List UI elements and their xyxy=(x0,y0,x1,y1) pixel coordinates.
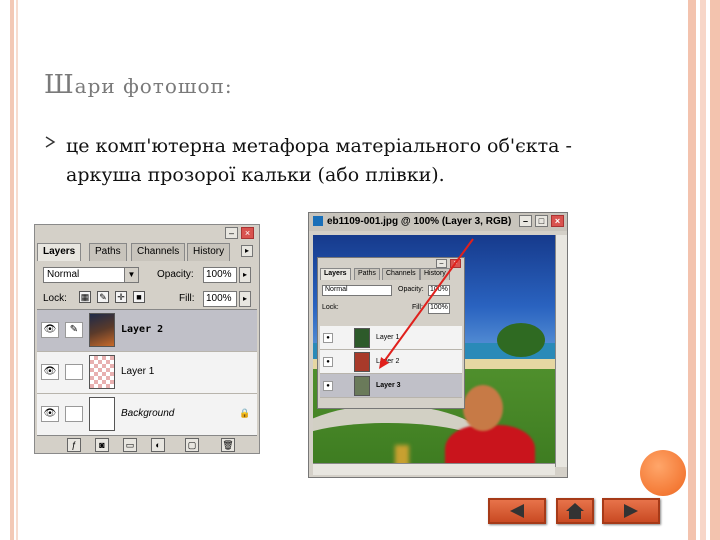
lock-all-icon: ■ xyxy=(133,291,145,303)
left-border-band xyxy=(10,0,14,540)
fill-field: 100% xyxy=(203,291,237,307)
layer-row: 👁 ✎ Layer 2 xyxy=(37,310,257,352)
layer-name: Layer 2 xyxy=(121,324,164,335)
layer-row: 👁 Background 🔒 xyxy=(37,394,257,436)
right-border-band xyxy=(688,0,696,540)
slide-title: Шари фотошоп: xyxy=(44,70,644,100)
horizontal-scrollbar xyxy=(313,463,555,475)
panel-bottom-toolbar: ƒ ◙ ▭ ◐ ▢ 🗑 xyxy=(37,435,257,453)
fill-label: Fill: xyxy=(179,293,195,304)
left-border-band-thin xyxy=(16,0,18,540)
right-border-band xyxy=(700,0,706,540)
vertical-scrollbar xyxy=(555,235,567,467)
fill-arrow-icon: ▸ xyxy=(239,291,251,307)
eye-icon: 👁 xyxy=(41,322,59,338)
layer-thumbnail xyxy=(89,313,115,347)
layer-name: Background xyxy=(121,408,175,419)
mask-icon: ◙ xyxy=(95,438,109,452)
blend-row: Normal ▼ Opacity: 100% ▸ xyxy=(39,265,255,285)
panel-titlebar: – × xyxy=(35,225,259,241)
close-icon: × xyxy=(241,227,254,239)
lock-transparency-icon: ▦ xyxy=(79,291,91,303)
layer-thumbnail xyxy=(89,355,115,389)
layer-name: Layer 1 xyxy=(121,366,155,377)
maximize-icon: □ xyxy=(535,215,548,227)
lock-icons: ▦ ✎ ✛ ■ xyxy=(79,291,151,303)
layers-list: 👁 ✎ Layer 2 👁 Layer 1 👁 Background 🔒 xyxy=(37,309,257,436)
lock-move-icon: ✛ xyxy=(115,291,127,303)
panel-menu-icon: ▸ xyxy=(241,245,253,257)
arrow-right-icon xyxy=(624,504,638,518)
adjustment-icon: ◐ xyxy=(151,438,165,452)
brush-icon: ✎ xyxy=(65,322,83,338)
home-button[interactable] xyxy=(556,498,594,524)
decorative-circle xyxy=(640,450,686,496)
next-slide-button[interactable] xyxy=(602,498,660,524)
bullet-diamond-icon xyxy=(45,136,56,148)
photoshop-doc-icon xyxy=(313,216,323,226)
bullet-text: це комп'ютерна метафора матеріального об… xyxy=(66,135,572,186)
document-title: eb1109-001.jpg @ 100% (Layer 3, RGB) xyxy=(327,216,512,227)
title-rest: ари фотошоп: xyxy=(74,74,233,98)
chevron-down-icon: ▼ xyxy=(124,268,138,282)
panel-tabs: Layers Paths Channels History ▸ xyxy=(37,243,257,261)
new-layer-icon: ▢ xyxy=(185,438,199,452)
lock-paint-icon: ✎ xyxy=(97,291,109,303)
layers-panel-screenshot: – × Layers Paths Channels History ▸ Norm… xyxy=(34,224,260,454)
layer-row: 👁 Layer 1 xyxy=(37,352,257,394)
close-icon: × xyxy=(551,215,564,227)
blend-mode-value: Normal xyxy=(47,269,80,280)
layer-style-icon: ƒ xyxy=(67,438,81,452)
eye-icon: 👁 xyxy=(41,406,59,422)
lock-row: Lock: ▦ ✎ ✛ ■ Fill: 100% ▸ xyxy=(39,289,255,309)
opacity-field: 100% xyxy=(203,267,237,283)
tab-channels: Channels xyxy=(131,243,186,261)
tab-history: History xyxy=(187,243,231,261)
layer-thumbnail xyxy=(89,397,115,431)
link-slot-icon xyxy=(65,364,83,380)
minimize-icon: – xyxy=(519,215,532,227)
link-slot-icon xyxy=(65,406,83,422)
previous-slide-button[interactable] xyxy=(488,498,546,524)
right-border-band xyxy=(710,0,720,540)
tab-layers: Layers xyxy=(37,243,82,261)
tab-paths: Paths xyxy=(89,243,127,261)
document-window-screenshot: eb1109-001.jpg @ 100% (Layer 3, RGB) – □… xyxy=(308,212,568,478)
photo-canvas: – × Layers Paths Channels History Normal… xyxy=(313,235,555,475)
lock-icon: 🔒 xyxy=(239,408,251,418)
minimize-icon: – xyxy=(225,227,238,239)
document-titlebar: eb1109-001.jpg @ 100% (Layer 3, RGB) – □… xyxy=(309,213,567,231)
red-arrow-annotation xyxy=(379,238,474,369)
title-first-letter: Ш xyxy=(44,70,75,100)
opacity-label: Opacity: xyxy=(157,269,194,280)
lock-label: Lock: xyxy=(43,293,67,304)
home-icon xyxy=(566,503,584,519)
blend-mode-select: Normal ▼ xyxy=(43,267,139,283)
folder-icon: ▭ xyxy=(123,438,137,452)
eye-icon: 👁 xyxy=(41,364,59,380)
opacity-arrow-icon: ▸ xyxy=(239,267,251,283)
arrow-left-icon xyxy=(510,504,524,518)
trash-icon: 🗑 xyxy=(221,438,235,452)
